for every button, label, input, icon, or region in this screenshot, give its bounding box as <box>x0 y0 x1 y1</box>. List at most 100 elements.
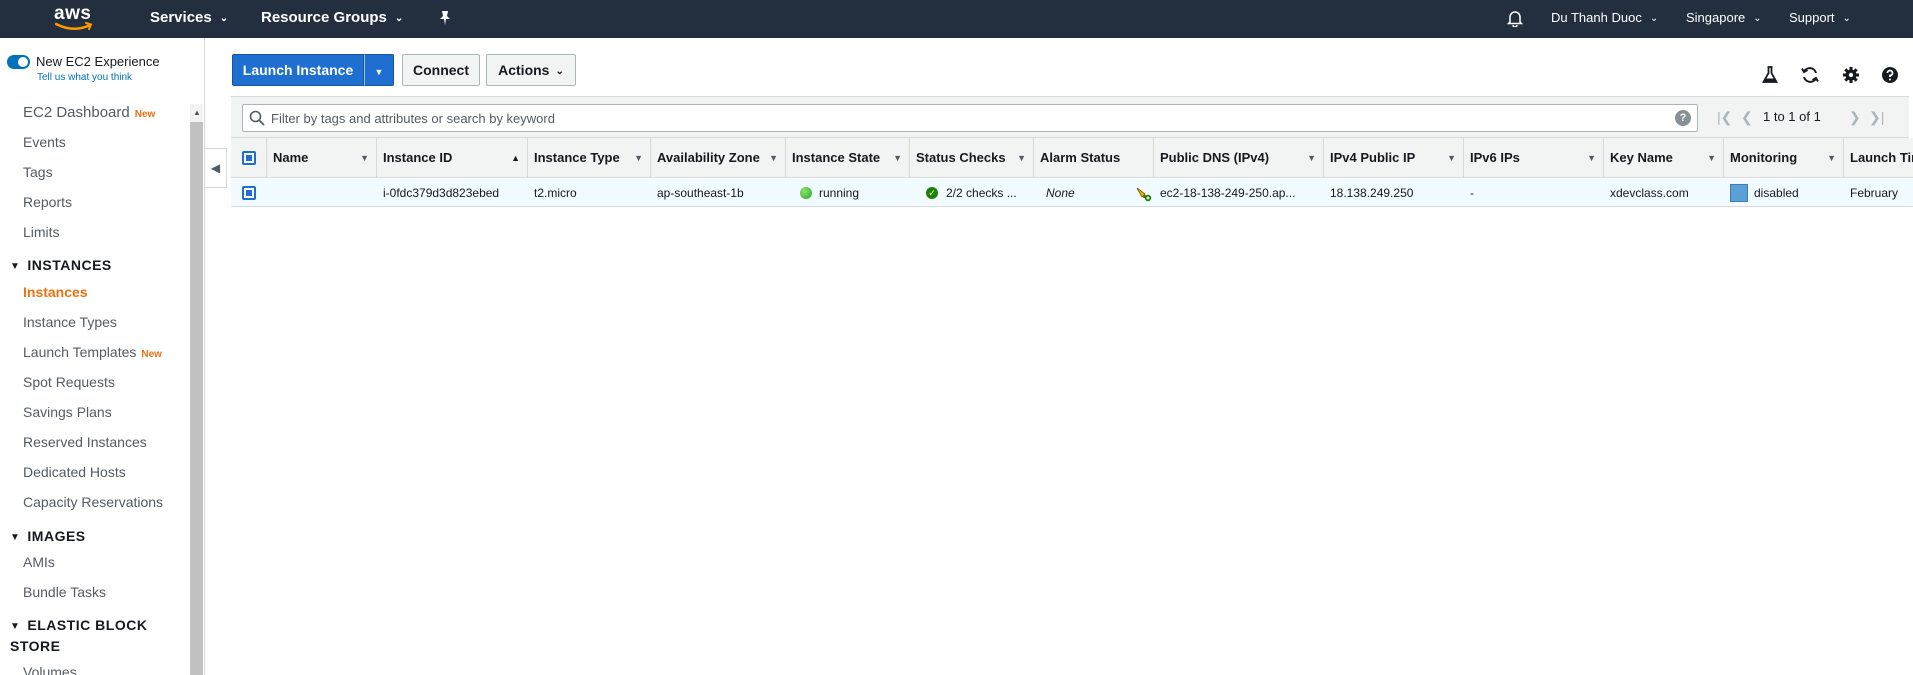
cell-status-checks: ✓ 2/2 checks ... <box>926 179 1034 207</box>
section-instances[interactable]: ▼ INSTANCES <box>10 257 112 273</box>
sidebar-item-events[interactable]: Events <box>23 134 66 150</box>
new-experience-label: New EC2 Experience <box>36 54 160 69</box>
row-checkbox[interactable] <box>242 186 256 200</box>
column-header-status-checks[interactable]: Status Checks ▼ <box>910 138 1034 178</box>
aws-logo[interactable]: aws <box>52 2 96 34</box>
cell-key-name: xdevclass.com <box>1610 186 1689 200</box>
section-elastic-block-store[interactable]: ▼ ELASTIC BLOCK STORE <box>10 616 160 655</box>
column-header-availability-zone[interactable]: Availability Zone ▼ <box>651 138 786 178</box>
scrollbar-thumb[interactable] <box>190 122 203 675</box>
column-header-ipv6-ips[interactable]: IPv6 IPs ▼ <box>1464 138 1604 178</box>
status-checks-text: 2/2 checks ... <box>946 186 1017 200</box>
select-all-checkbox[interactable] <box>242 151 256 165</box>
running-status-icon <box>800 186 812 199</box>
cell-ipv6-ips: - <box>1470 186 1474 200</box>
sort-caret-icon: ▼ <box>893 153 902 163</box>
sidebar-item-limits[interactable]: Limits <box>23 224 60 240</box>
column-label: Launch Time <box>1850 150 1913 165</box>
actions-menu[interactable]: Actions ⌄ <box>486 54 576 86</box>
cell-public-dns: ec2-18-138-249-250.ap... <box>1160 186 1296 200</box>
column-header-monitoring[interactable]: Monitoring ▼ <box>1724 138 1844 178</box>
column-label: Alarm Status <box>1040 150 1121 165</box>
support-menu[interactable]: Support ⌄ <box>1789 0 1851 38</box>
sort-caret-icon: ▼ <box>1587 153 1596 163</box>
sidebar-item-capacity-reservations[interactable]: Capacity Reservations <box>23 494 163 510</box>
flask-icon[interactable] <box>1759 66 1781 88</box>
services-menu[interactable]: Services ⌄ <box>150 0 228 38</box>
sidebar-item-launch-templates[interactable]: Launch Templates New <box>23 344 162 360</box>
search-help-icon[interactable]: ? <box>1675 110 1691 126</box>
search-input[interactable] <box>271 106 1661 130</box>
column-header-public-dns[interactable]: Public DNS (IPv4) ▼ <box>1154 138 1324 178</box>
column-header-name[interactable]: Name ▼ <box>267 138 377 178</box>
previous-page-icon[interactable]: ❮ <box>1741 97 1753 137</box>
new-badge: New <box>141 349 162 360</box>
sidebar-item-ec2-dashboard[interactable]: EC2 Dashboard New <box>23 104 155 121</box>
resource-groups-menu[interactable]: Resource Groups ⌄ <box>261 0 403 38</box>
column-header-instance-state[interactable]: Instance State ▼ <box>786 138 910 178</box>
column-label: Availability Zone <box>657 150 760 165</box>
sidebar-item-label: EC2 Dashboard <box>23 104 130 121</box>
left-sidebar: New EC2 Experience Tell us what you thin… <box>0 38 205 675</box>
connect-button[interactable]: Connect <box>402 54 480 86</box>
column-header-instance-id[interactable]: Instance ID ▲ <box>377 138 528 178</box>
notifications-bell-icon[interactable] <box>1506 0 1524 38</box>
aws-smile-icon <box>55 22 93 30</box>
main-content: Launch Instance ▼ Connect Actions ⌄ ? |❮ … <box>227 38 1913 675</box>
column-header-alarm-status[interactable]: Alarm Status <box>1034 138 1154 178</box>
table-row[interactable]: i-0fdc379d3d823ebed t2.micro ap-southeas… <box>231 179 1913 207</box>
cell-name[interactable] <box>273 179 377 207</box>
next-page-icon[interactable]: ❯ <box>1849 97 1861 137</box>
cell-instance-id[interactable]: i-0fdc379d3d823ebed <box>383 179 528 207</box>
column-header-key-name[interactable]: Key Name ▼ <box>1604 138 1724 178</box>
sidebar-item-instance-types[interactable]: Instance Types <box>23 314 117 330</box>
launch-instance-button[interactable]: Launch Instance <box>232 54 364 86</box>
column-header-instance-type[interactable]: Instance Type ▼ <box>528 138 651 178</box>
pagination-range: 1 to 1 of 1 <box>1763 109 1821 124</box>
gear-icon[interactable] <box>1840 66 1862 88</box>
caret-down-icon: ▼ <box>10 261 21 272</box>
column-label: Monitoring <box>1730 150 1798 165</box>
top-navigation-bar: aws Services ⌄ Resource Groups ⌄ Du Thanh … <box>0 0 1913 38</box>
launch-instance-dropdown[interactable]: ▼ <box>364 54 394 86</box>
new-badge: New <box>134 109 156 120</box>
sort-caret-icon: ▼ <box>769 153 778 163</box>
sort-caret-icon: ▼ <box>1307 153 1316 163</box>
section-images[interactable]: ▼ IMAGES <box>10 528 86 544</box>
region-menu[interactable]: Singapore ⌄ <box>1686 0 1762 38</box>
feedback-link[interactable]: Tell us what you think <box>37 72 132 83</box>
help-icon[interactable] <box>1879 66 1901 88</box>
chevron-down-icon: ⌄ <box>394 13 404 24</box>
table-header: Name ▼ Instance ID ▲ Instance Type ▼ Availa… <box>231 138 1913 178</box>
column-header-ipv4-public-ip[interactable]: IPv4 Public IP ▼ <box>1324 138 1464 178</box>
search-icon <box>249 110 265 126</box>
resource-groups-label: Resource Groups <box>261 9 387 26</box>
sidebar-item-spot-requests[interactable]: Spot Requests <box>23 374 115 390</box>
column-header-launch-time[interactable]: Launch Time <box>1844 138 1913 178</box>
column-label: IPv4 Public IP <box>1330 150 1416 165</box>
cell-monitoring: disabled <box>1730 179 1844 207</box>
sort-caret-icon: ▼ <box>1017 153 1026 163</box>
header-select-all <box>231 138 267 178</box>
sidebar-item-volumes[interactable]: Volumes <box>23 664 77 675</box>
last-page-icon[interactable]: ❯| <box>1869 97 1884 137</box>
new-experience-toggle[interactable] <box>7 55 30 69</box>
pin-icon[interactable] <box>438 0 452 38</box>
cell-availability-zone: ap-southeast-1b <box>657 186 744 200</box>
sidebar-item-reserved-instances[interactable]: Reserved Instances <box>23 434 147 450</box>
sidebar-item-amis[interactable]: AMIs <box>23 554 55 570</box>
sidebar-item-bundle-tasks[interactable]: Bundle Tasks <box>23 584 106 600</box>
sidebar-item-savings-plans[interactable]: Savings Plans <box>23 404 112 420</box>
user-menu[interactable]: Du Thanh Duoc ⌄ <box>1551 0 1658 38</box>
refresh-icon[interactable] <box>1799 66 1821 88</box>
sidebar-item-tags[interactable]: Tags <box>23 164 53 180</box>
create-alarm-bell-icon[interactable] <box>1134 179 1154 207</box>
collapse-sidebar-button[interactable]: ◀ <box>205 148 227 188</box>
sidebar-item-dedicated-hosts[interactable]: Dedicated Hosts <box>23 464 126 480</box>
sidebar-item-reports[interactable]: Reports <box>23 194 72 210</box>
first-page-icon[interactable]: |❮ <box>1717 97 1732 137</box>
sidebar-scrollbar[interactable]: ▲ <box>190 104 203 675</box>
scroll-up-arrow-icon[interactable]: ▲ <box>193 108 201 117</box>
monitoring-chart-icon[interactable] <box>1730 183 1748 202</box>
sidebar-item-instances[interactable]: Instances <box>23 284 88 300</box>
